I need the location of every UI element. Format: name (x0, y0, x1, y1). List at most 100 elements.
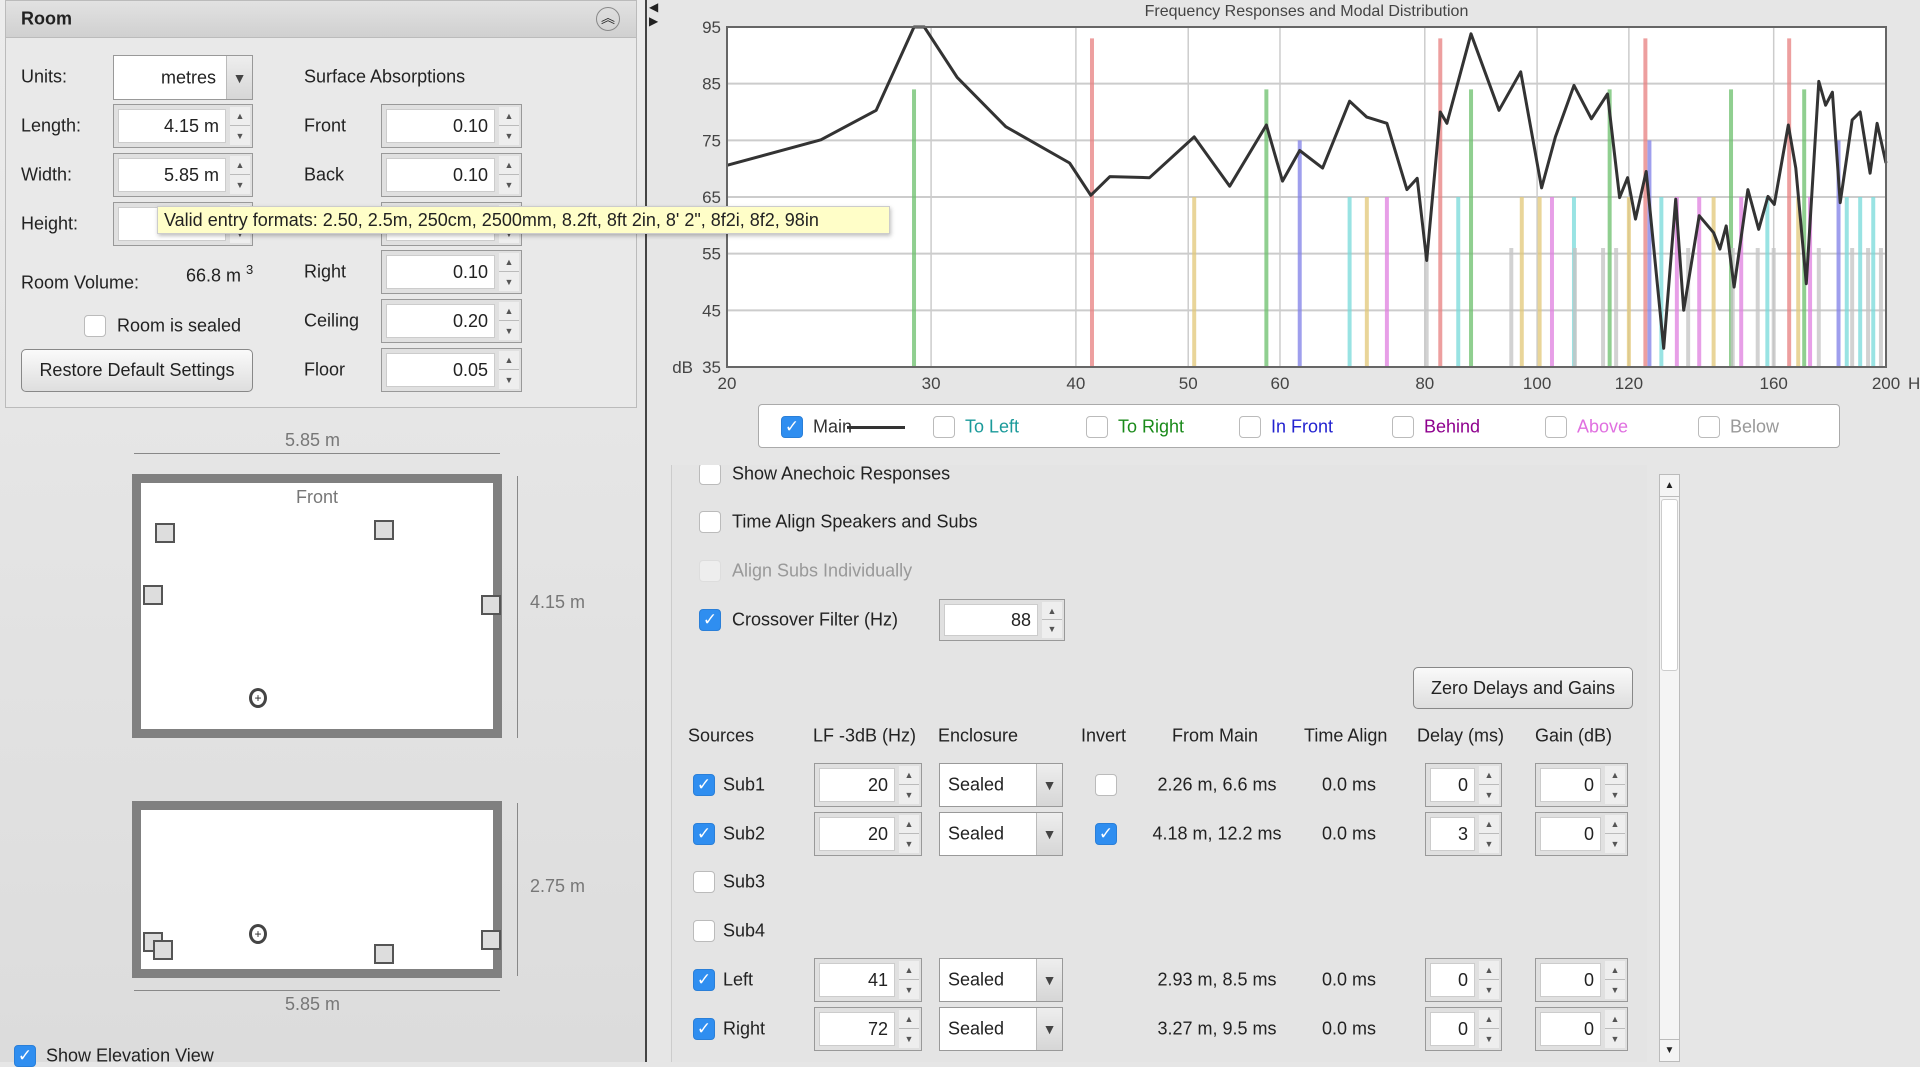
surface-spinner-ceiling[interactable]: 0.20 ▲ ▼ (381, 299, 522, 343)
left-gain-spinner[interactable]: 0 ▲ ▼ (1535, 958, 1628, 1002)
right-delay-spinner-up-icon[interactable]: ▲ (1479, 1010, 1499, 1029)
length-spinner-input[interactable]: 4.15 m (118, 109, 226, 143)
sub2-gain-spinner-input[interactable]: 0 (1540, 817, 1601, 851)
listener-icon[interactable]: + (249, 924, 267, 944)
plan-view[interactable]: Front + (132, 474, 502, 738)
collapse-arrows-icon[interactable]: ◀ ▶ (649, 0, 658, 28)
left-delay-spinner-up-icon[interactable]: ▲ (1479, 961, 1499, 980)
sub3-enabled-checkbox[interactable] (693, 871, 715, 893)
sub2-delay-spinner-down-icon[interactable]: ▼ (1479, 834, 1499, 853)
surface-spinner-right[interactable]: 0.10 ▲ ▼ (381, 250, 522, 294)
surface-spinner-right-down-icon[interactable]: ▼ (499, 272, 519, 291)
length-spinner[interactable]: 4.15 m ▲ ▼ (113, 104, 253, 148)
speaker-icon[interactable] (481, 930, 501, 950)
right-delay-spinner-input[interactable]: 0 (1430, 1012, 1475, 1046)
sub1-lf-spinner-up-icon[interactable]: ▲ (899, 766, 919, 785)
subwoofer-icon[interactable] (153, 940, 173, 960)
sub1-delay-spinner[interactable]: 0 ▲ ▼ (1425, 763, 1502, 807)
surface-spinner-floor[interactable]: 0.05 ▲ ▼ (381, 348, 522, 392)
left-delay-spinner[interactable]: 0 ▲ ▼ (1425, 958, 1502, 1002)
surface-spinner-front[interactable]: 0.10 ▲ ▼ (381, 104, 522, 148)
surface-spinner-floor-up-icon[interactable]: ▲ (499, 351, 519, 370)
scroll-down-arrow-icon[interactable]: ▼ (1660, 1039, 1679, 1061)
speaker-icon[interactable] (155, 523, 175, 543)
crossover-spinner-down-icon[interactable]: ▼ (1042, 620, 1062, 638)
surface-spinner-floor-down-icon[interactable]: ▼ (499, 370, 519, 389)
sub2-invert-checkbox[interactable]: ✓ (1095, 823, 1117, 845)
surface-spinner-front-down-icon[interactable]: ▼ (499, 126, 519, 145)
right-lf-spinner[interactable]: 72 ▲ ▼ (814, 1007, 922, 1051)
surface-spinner-back-down-icon[interactable]: ▼ (499, 175, 519, 194)
surface-spinner-right-up-icon[interactable]: ▲ (499, 253, 519, 272)
show-elevation-checkbox[interactable]: ✓ (14, 1045, 36, 1067)
surface-spinner-front-up-icon[interactable]: ▲ (499, 107, 519, 126)
sub1-gain-spinner-input[interactable]: 0 (1540, 768, 1601, 802)
sub2-lf-spinner-down-icon[interactable]: ▼ (899, 834, 919, 853)
left-lf-spinner-down-icon[interactable]: ▼ (899, 980, 919, 999)
sub1-gain-spinner-up-icon[interactable]: ▲ (1605, 766, 1625, 785)
legend-checkbox-behind[interactable] (1392, 416, 1414, 438)
right-gain-spinner-input[interactable]: 0 (1540, 1012, 1601, 1046)
width-spinner-input[interactable]: 5.85 m (118, 158, 226, 192)
surface-spinner-front-input[interactable]: 0.10 (386, 109, 495, 143)
left-enabled-checkbox[interactable]: ✓ (693, 969, 715, 991)
sub1-lf-spinner-input[interactable]: 20 (819, 768, 895, 802)
sub2-enabled-checkbox[interactable]: ✓ (693, 823, 715, 845)
right-enclosure-select[interactable]: Sealed ▼ (939, 1007, 1063, 1051)
scrollbar[interactable]: ▲ ▼ (1659, 474, 1680, 1062)
crossover-spinner-input[interactable]: 88 (944, 604, 1038, 636)
sub2-gain-spinner[interactable]: 0 ▲ ▼ (1535, 812, 1628, 856)
speaker-icon[interactable] (481, 595, 501, 615)
left-lf-spinner[interactable]: 41 ▲ ▼ (814, 958, 922, 1002)
legend-checkbox-to-right[interactable] (1086, 416, 1108, 438)
right-lf-spinner-input[interactable]: 72 (819, 1012, 895, 1046)
right-gain-spinner[interactable]: 0 ▲ ▼ (1535, 1007, 1628, 1051)
surface-spinner-ceiling-input[interactable]: 0.20 (386, 304, 495, 338)
left-lf-spinner-input[interactable]: 41 (819, 963, 895, 997)
restore-defaults-button[interactable]: Restore Default Settings (21, 349, 253, 392)
surface-spinner-ceiling-down-icon[interactable]: ▼ (499, 321, 519, 340)
sub1-enclosure-select[interactable]: Sealed ▼ (939, 763, 1063, 807)
legend-checkbox-main[interactable]: ✓ (781, 416, 803, 438)
sub4-enabled-checkbox[interactable] (693, 920, 715, 942)
left-lf-spinner-up-icon[interactable]: ▲ (899, 961, 919, 980)
sub2-delay-spinner-up-icon[interactable]: ▲ (1479, 815, 1499, 834)
subwoofer-icon[interactable] (374, 944, 394, 964)
left-delay-spinner-input[interactable]: 0 (1430, 963, 1475, 997)
right-enabled-checkbox[interactable]: ✓ (693, 1018, 715, 1040)
width-spinner-down-icon[interactable]: ▼ (230, 175, 250, 194)
sub1-lf-spinner-down-icon[interactable]: ▼ (899, 785, 919, 804)
right-delay-spinner[interactable]: 0 ▲ ▼ (1425, 1007, 1502, 1051)
sub1-delay-spinner-down-icon[interactable]: ▼ (1479, 785, 1499, 804)
sub1-delay-spinner-input[interactable]: 0 (1430, 768, 1475, 802)
left-gain-spinner-up-icon[interactable]: ▲ (1605, 961, 1625, 980)
scroll-up-arrow-icon[interactable]: ▲ (1660, 475, 1679, 497)
surface-spinner-back-up-icon[interactable]: ▲ (499, 156, 519, 175)
sub2-delay-spinner[interactable]: 3 ▲ ▼ (1425, 812, 1502, 856)
speaker-icon[interactable] (143, 585, 163, 605)
left-enclosure-select[interactable]: Sealed ▼ (939, 958, 1063, 1002)
time-align-checkbox[interactable] (699, 511, 721, 533)
right-lf-spinner-down-icon[interactable]: ▼ (899, 1029, 919, 1048)
scrollbar-thumb[interactable] (1661, 499, 1678, 671)
sub2-enclosure-select-chevron-down-icon[interactable]: ▼ (1036, 813, 1062, 855)
surface-spinner-right-input[interactable]: 0.10 (386, 255, 495, 289)
sub2-delay-spinner-input[interactable]: 3 (1430, 817, 1475, 851)
units-select-chevron-down-icon[interactable]: ▼ (226, 56, 252, 99)
sub2-lf-spinner-input[interactable]: 20 (819, 817, 895, 851)
crossover-spinner[interactable]: 88 ▲ ▼ (939, 599, 1065, 641)
legend-checkbox-to-left[interactable] (933, 416, 955, 438)
sub1-invert-checkbox[interactable] (1095, 774, 1117, 796)
length-spinner-up-icon[interactable]: ▲ (230, 107, 250, 126)
sub1-delay-spinner-up-icon[interactable]: ▲ (1479, 766, 1499, 785)
length-spinner-down-icon[interactable]: ▼ (230, 126, 250, 145)
left-gain-spinner-down-icon[interactable]: ▼ (1605, 980, 1625, 999)
sub1-enclosure-select-chevron-down-icon[interactable]: ▼ (1036, 764, 1062, 806)
sub2-lf-spinner[interactable]: 20 ▲ ▼ (814, 812, 922, 856)
right-gain-spinner-up-icon[interactable]: ▲ (1605, 1010, 1625, 1029)
sub1-gain-spinner[interactable]: 0 ▲ ▼ (1535, 763, 1628, 807)
sub2-lf-spinner-up-icon[interactable]: ▲ (899, 815, 919, 834)
sub2-gain-spinner-up-icon[interactable]: ▲ (1605, 815, 1625, 834)
legend-checkbox-below[interactable] (1698, 416, 1720, 438)
left-gain-spinner-input[interactable]: 0 (1540, 963, 1601, 997)
